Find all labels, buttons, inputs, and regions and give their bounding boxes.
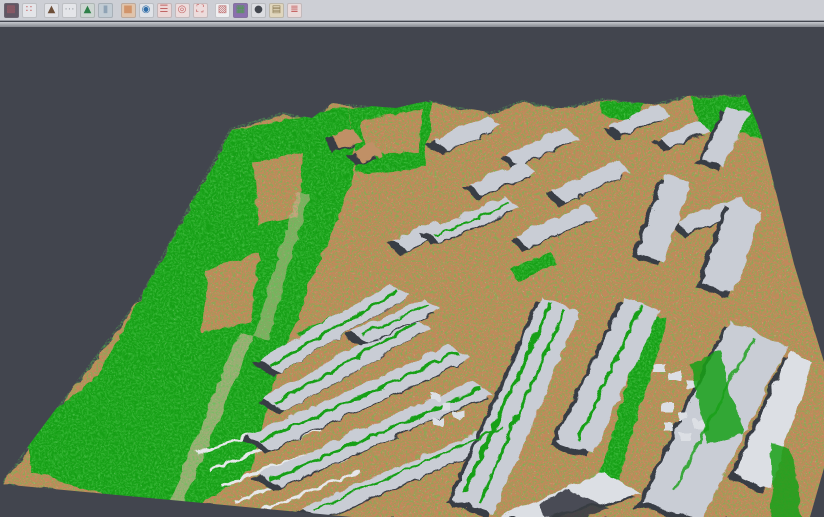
small-roof [668, 370, 679, 378]
toolbar-button-point-cloud[interactable]: ▩ [4, 3, 19, 18]
toolbar-button-classify-points[interactable]: ∷ [22, 3, 37, 18]
render-sphere-icon: ● [254, 5, 263, 15]
terrain-model-icon: ▲ [48, 5, 56, 15]
clip-region-icon: ▧ [218, 5, 227, 15]
ortho-square-icon: ■ [123, 5, 132, 15]
toolbar-bottom-strip [0, 22, 824, 27]
toolbar-button-sparse-points[interactable]: ⋯ [62, 3, 77, 18]
profile-view-icon: ▮ [103, 5, 109, 15]
toolbar-button-zoom-extents[interactable]: ⛶ [193, 3, 208, 18]
toolbar-button-globe-3d[interactable]: ◉ [139, 3, 154, 18]
toolbar-button-terrain-model[interactable]: ▲ [44, 3, 59, 18]
toolbar-button-terrain-textured[interactable]: ▲ [80, 3, 95, 18]
classification-colors-icon: ▦ [236, 5, 245, 15]
classify-points-icon: ∷ [26, 5, 32, 15]
small-roof [440, 401, 450, 408]
toolbar-button-ortho-square[interactable]: ■ [121, 3, 136, 18]
toolbar-button-render-sphere[interactable]: ● [251, 3, 266, 18]
small-roof [678, 430, 689, 438]
toolbar-button-measure-bars[interactable]: ≣ [287, 3, 302, 18]
measure-bars-icon: ≣ [290, 5, 298, 15]
small-roof [676, 410, 687, 418]
toolbar: ▩ ∷ ▲ ⋯ ▲ ▮ ■ ◉ ☰ ◎ ⛶ ▧ ▦ ● ▤ ≣ [0, 0, 824, 21]
toolbar-button-coordinates-table[interactable]: ▤ [269, 3, 284, 18]
point-cloud-icon: ▩ [6, 5, 15, 15]
coordinates-table-icon: ▤ [272, 5, 281, 15]
toolbar-button-profile-view[interactable]: ▮ [98, 3, 113, 18]
small-roof [652, 362, 663, 370]
zoom-extents-icon: ⛶ [197, 5, 204, 15]
toolbar-button-clip-region[interactable]: ▧ [215, 3, 230, 18]
globe-3d-icon: ◉ [142, 5, 151, 15]
small-roof [428, 392, 438, 399]
terrain-textured-icon: ▲ [84, 5, 92, 15]
3d-viewport[interactable] [0, 0, 824, 517]
small-roof [662, 422, 673, 430]
toolbar-button-select-target[interactable]: ◎ [175, 3, 190, 18]
application-window: { "window": { "viewport_background": "#4… [0, 0, 824, 517]
sparse-points-icon: ⋯ [65, 5, 75, 15]
toolbar-button-layer-list[interactable]: ☰ [157, 3, 172, 18]
toolbar-button-classification-colors[interactable]: ▦ [233, 3, 248, 18]
small-roof [452, 410, 462, 417]
select-target-icon: ◎ [178, 5, 187, 15]
layer-list-icon: ☰ [160, 5, 169, 15]
small-roof [660, 402, 671, 410]
small-roof [432, 417, 442, 424]
